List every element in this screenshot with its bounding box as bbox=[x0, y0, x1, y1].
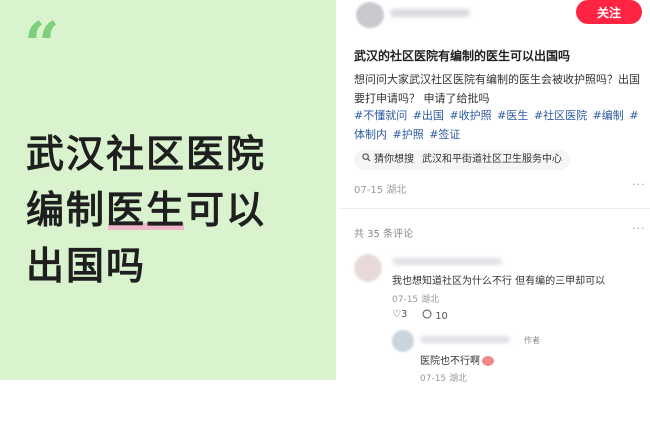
cover-image-panel: “ 武汉社区医院 编制 医生可以 出国吗 bbox=[0, 0, 336, 380]
reply-author-avatar[interactable] bbox=[392, 330, 414, 352]
tag-link[interactable]: #医生 bbox=[497, 109, 528, 122]
tag-link[interactable]: #签证 bbox=[429, 128, 460, 141]
post-tags: #不懂就问 #出国 #收护照 #医生 #社区医院 #编制 #体制内 #护照 #签… bbox=[354, 106, 646, 144]
cover-title-line2: 编制 医生可以 bbox=[26, 182, 266, 238]
comment-date: 07-15 bbox=[392, 295, 419, 305]
like-button[interactable]: ♡3 bbox=[392, 309, 407, 320]
post-meta: 07-15 湖北 bbox=[354, 181, 406, 196]
comment-text: 我也想知道社区为什么不行 但有编的三甲却可以 bbox=[392, 276, 606, 287]
commenter-name-blurred[interactable] bbox=[392, 258, 502, 265]
post-body: 想问问大家武汉社区医院有编制的医生会被收护照吗？出国要打申请吗？ 申请了给批吗 bbox=[354, 73, 640, 105]
post-title: 武汉的社区医院有编制的医生可以出国吗 bbox=[354, 49, 571, 63]
cover-title: 武汉社区医院 编制 医生可以 出国吗 bbox=[26, 126, 266, 294]
comments-more-icon[interactable]: ··· bbox=[632, 222, 646, 235]
cover-title-line1: 武汉社区医院 bbox=[26, 132, 267, 176]
reply-meta: 07-15 湖北 bbox=[420, 371, 467, 384]
comment-location: 湖北 bbox=[421, 295, 440, 305]
reply-text-content: 医院也不行啊 bbox=[420, 356, 480, 367]
tag-link[interactable]: #不懂就问 bbox=[354, 109, 407, 122]
cover-title-line2-after: 可以 bbox=[186, 188, 267, 232]
reply-count: 10 bbox=[435, 311, 448, 322]
reply-text: 医院也不行啊 bbox=[420, 352, 494, 367]
tag-link[interactable]: #社区医院 bbox=[534, 109, 587, 122]
cover-highlight: 医生 bbox=[106, 182, 186, 238]
emoji-icon bbox=[482, 356, 494, 366]
tag-link[interactable]: #出国 bbox=[413, 109, 444, 122]
cover-title-line2-before: 编制 bbox=[26, 188, 107, 232]
post-more-icon[interactable]: ··· bbox=[632, 178, 646, 191]
author-name-blurred[interactable] bbox=[390, 9, 470, 17]
like-count: 3 bbox=[400, 309, 408, 320]
quote-mark: “ bbox=[24, 8, 60, 81]
post-date: 07-15 bbox=[354, 185, 384, 196]
comment-meta: 07-15 湖北 bbox=[392, 292, 439, 305]
tag-link[interactable]: #编制 bbox=[593, 109, 624, 122]
post-location: 湖北 bbox=[386, 185, 407, 196]
cover-title-highlight-text: 医生 bbox=[106, 188, 187, 232]
reply-author-name-blurred[interactable] bbox=[420, 336, 510, 343]
author-badge: 作者 bbox=[524, 336, 540, 345]
search-icon bbox=[362, 150, 371, 170]
reply-location: 湖北 bbox=[449, 374, 468, 384]
commenter-avatar[interactable] bbox=[354, 254, 382, 282]
suggest-label: 猜你想搜 bbox=[374, 154, 414, 165]
divider bbox=[338, 208, 650, 209]
cover-title-line3: 出国吗 bbox=[26, 244, 147, 288]
comment-count: 共 35 条评论 bbox=[354, 229, 414, 240]
follow-button[interactable]: 关注 bbox=[576, 0, 642, 24]
tag-link[interactable]: #收护照 bbox=[449, 109, 491, 122]
comment-bubble-icon bbox=[422, 309, 435, 322]
heart-icon: ♡ bbox=[392, 309, 401, 320]
search-suggestion-chip[interactable]: 猜你想搜 武汉和平街道社区卫生服务中心 bbox=[354, 150, 570, 170]
author-avatar[interactable] bbox=[356, 2, 384, 28]
suggest-query: 武汉和平街道社区卫生服务中心 bbox=[422, 154, 562, 165]
reply-button[interactable]: 10 bbox=[422, 309, 448, 322]
post-detail-panel: 关注 武汉的社区医院有编制的医生可以出国吗 想问问大家武汉社区医院有编制的医生会… bbox=[338, 0, 650, 421]
tag-link[interactable]: #护照 bbox=[393, 128, 424, 141]
reply-date: 07-15 bbox=[420, 374, 447, 384]
